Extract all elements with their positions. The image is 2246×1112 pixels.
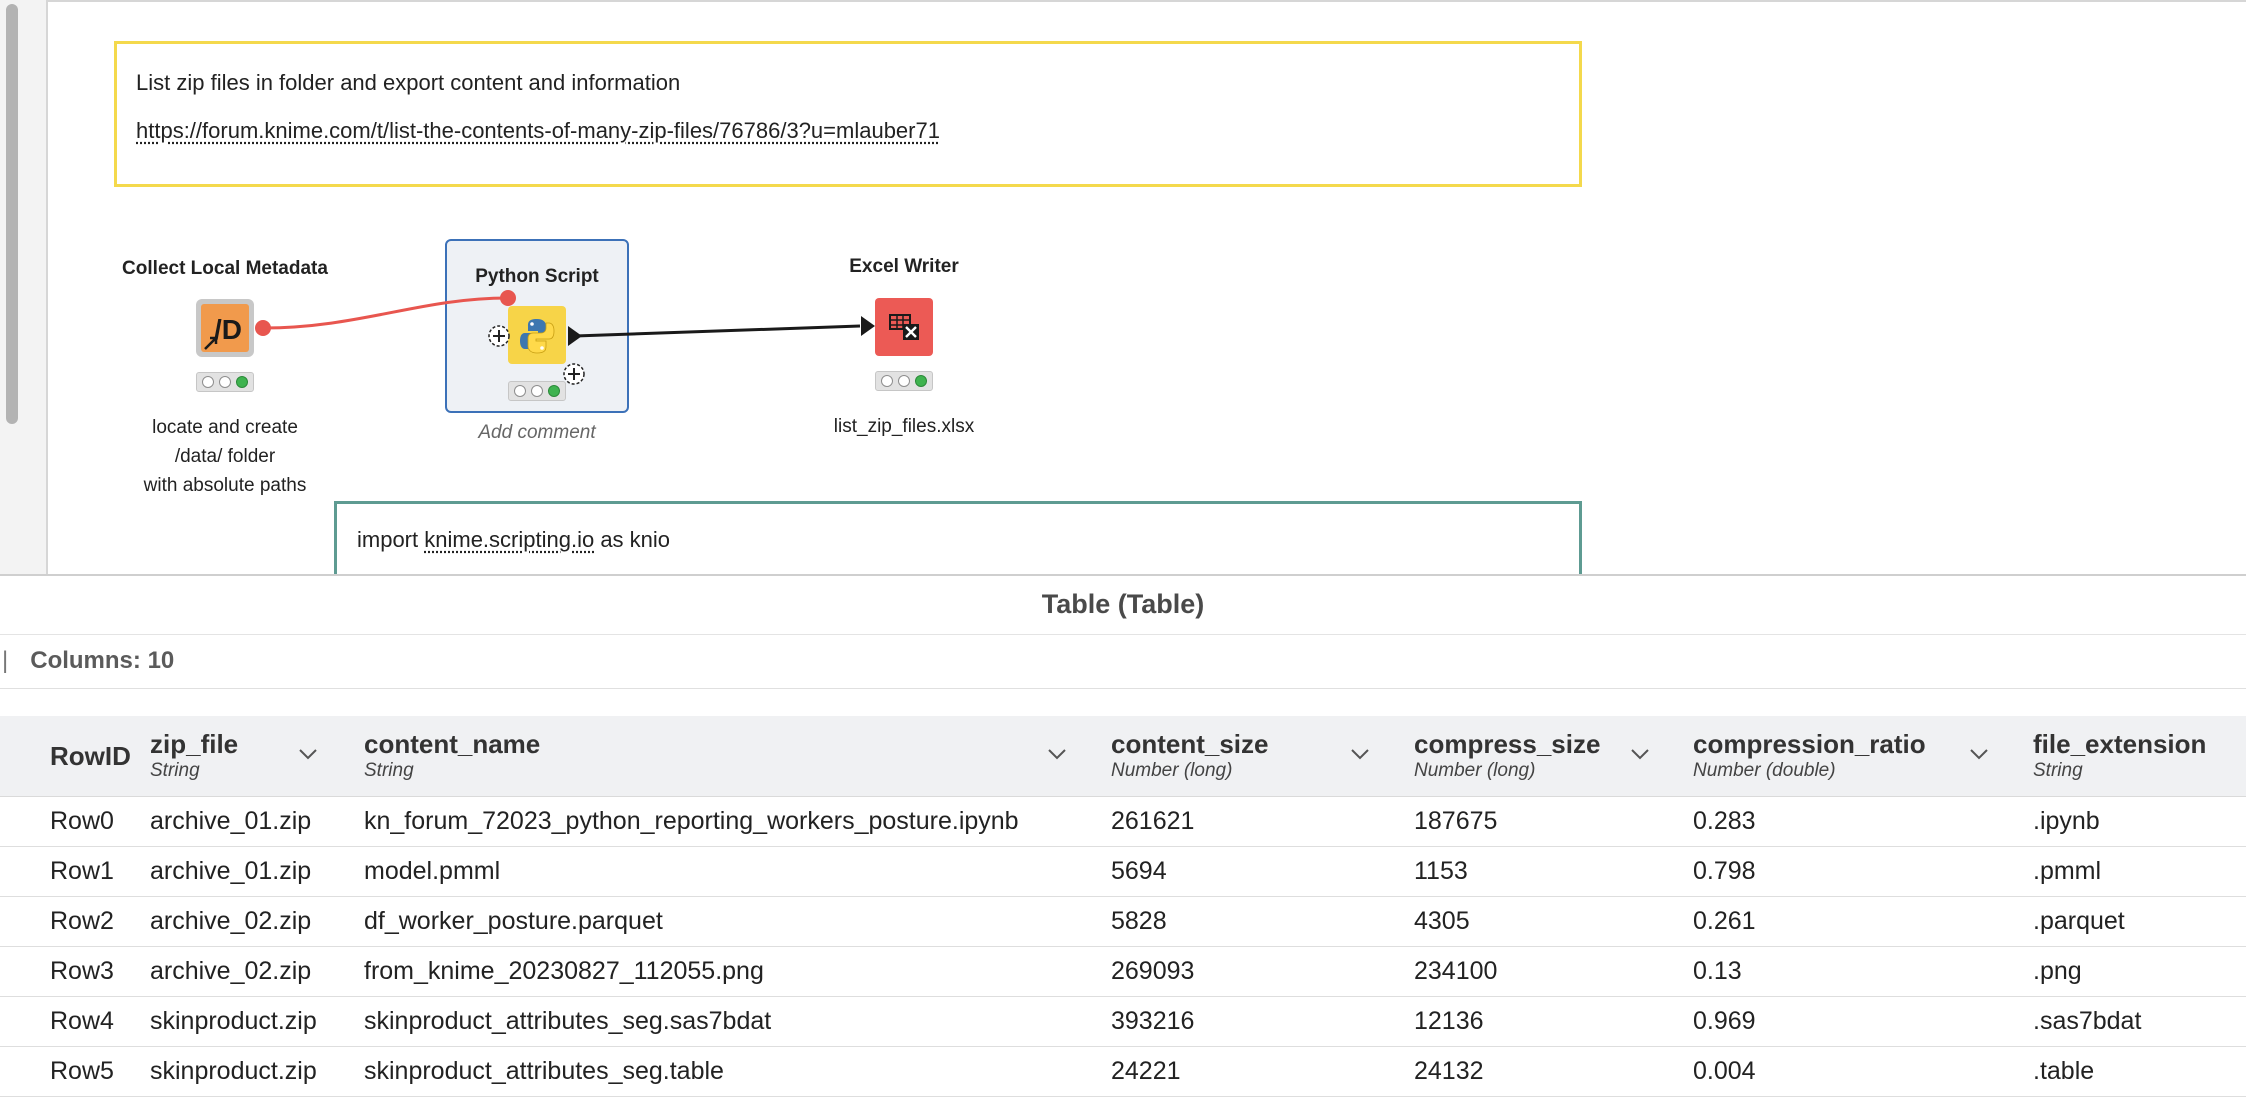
cell-content-name[interactable]: skinproduct_attributes_seg.table [364, 1057, 724, 1086]
chevron-down-icon[interactable] [296, 742, 320, 766]
cell-compression-ratio[interactable]: 0.969 [1693, 1007, 1756, 1036]
cell-file-extension[interactable]: .table [2033, 1057, 2094, 1086]
column-header-compression-ratio[interactable]: compression_ratio Number (double) [1693, 716, 1993, 796]
info-separator: | [2, 647, 9, 674]
columns-count: Columns: 10 [30, 647, 175, 674]
cell-compress-size[interactable]: 4305 [1414, 907, 1470, 936]
cell-compress-size[interactable]: 187675 [1414, 807, 1497, 836]
chevron-down-icon[interactable] [1967, 742, 1991, 766]
flow-variable-out-port[interactable] [255, 320, 271, 336]
column-header-content-name[interactable]: content_name String [364, 716, 1074, 796]
column-header-content-size[interactable]: content_size Number (long) [1111, 716, 1381, 796]
row-id: Row5 [50, 1057, 114, 1085]
table-view-title: Table (Table) [0, 576, 2246, 635]
workflow-canvas[interactable]: List zip files in folder and export cont… [0, 0, 2246, 574]
cell-content-size[interactable]: 261621 [1111, 807, 1194, 836]
cell-file-extension[interactable]: .png [2033, 957, 2082, 986]
table-row[interactable]: Row4 skinproduct.zip skinproduct_attribu… [0, 997, 2246, 1047]
column-name: content_size [1111, 729, 1269, 759]
column-header-zip-file[interactable]: zip_file String [150, 716, 330, 796]
row-id: Row4 [50, 1007, 114, 1035]
cell-content-size[interactable]: 5828 [1111, 907, 1167, 936]
table-row[interactable]: Row3 archive_02.zip from_knime_20230827_… [0, 947, 2246, 997]
cell-content-name[interactable]: skinproduct_attributes_seg.sas7bdat [364, 1007, 771, 1036]
cell-zip-file[interactable]: archive_02.zip [150, 907, 311, 936]
cell-zip-file[interactable]: archive_01.zip [150, 857, 311, 886]
excel-writer-input-port[interactable] [861, 316, 875, 336]
add-output-port-icon[interactable] [563, 363, 585, 385]
column-type: String [364, 760, 414, 781]
cell-content-size[interactable]: 5694 [1111, 857, 1167, 886]
row-id: Row1 [50, 857, 114, 885]
data-table: RowID zip_file String content_name Strin… [0, 716, 2246, 1097]
add-input-port-icon[interactable] [488, 325, 510, 347]
flow-variable-in-port[interactable] [500, 290, 516, 306]
cell-compression-ratio[interactable]: 0.261 [1693, 907, 1756, 936]
cell-file-extension[interactable]: .ipynb [2033, 807, 2100, 836]
cell-zip-file[interactable]: archive_02.zip [150, 957, 311, 986]
flow-variable-connection[interactable] [262, 296, 509, 330]
table-view-panel: Table (Table) | Columns: 10 RowID zip_fil… [0, 574, 2246, 1112]
cell-content-name[interactable]: df_worker_posture.parquet [364, 907, 663, 936]
column-type: Number (long) [1414, 760, 1536, 781]
cell-file-extension[interactable]: .parquet [2033, 907, 2125, 936]
cell-content-size[interactable]: 269093 [1111, 957, 1194, 986]
column-type: String [150, 760, 200, 781]
cell-zip-file[interactable]: archive_01.zip [150, 807, 311, 836]
row-id: Row3 [50, 957, 114, 985]
cell-compression-ratio[interactable]: 0.004 [1693, 1057, 1756, 1086]
cell-content-size[interactable]: 393216 [1111, 1007, 1194, 1036]
table-row[interactable]: Row0 archive_01.zip kn_forum_72023_pytho… [0, 797, 2246, 847]
rowid-header[interactable]: RowID [50, 741, 131, 772]
cell-zip-file[interactable]: skinproduct.zip [150, 1057, 317, 1086]
cell-compress-size[interactable]: 12136 [1414, 1007, 1484, 1036]
python-output-port[interactable] [568, 326, 582, 346]
cell-compress-size[interactable]: 1153 [1414, 857, 1468, 886]
chevron-down-icon[interactable] [1045, 742, 1069, 766]
table-row[interactable]: Row2 archive_02.zip df_worker_posture.pa… [0, 897, 2246, 947]
column-type: String [2033, 760, 2083, 781]
row-id: Row2 [50, 907, 114, 935]
column-name: file_extension [2033, 729, 2207, 759]
table-info-bar: | Columns: 10 [0, 634, 2246, 689]
column-name: compress_size [1414, 729, 1601, 759]
table-row[interactable]: Row1 archive_01.zip model.pmml 5694 1153… [0, 847, 2246, 897]
column-type: Number (double) [1693, 760, 1836, 781]
cell-compression-ratio[interactable]: 0.13 [1693, 957, 1742, 986]
cell-compression-ratio[interactable]: 0.283 [1693, 807, 1756, 836]
chevron-down-icon[interactable] [1628, 742, 1652, 766]
row-id: Row0 [50, 807, 114, 835]
cell-zip-file[interactable]: skinproduct.zip [150, 1007, 317, 1036]
cell-content-name[interactable]: kn_forum_72023_python_reporting_workers_… [364, 807, 1019, 836]
cell-file-extension[interactable]: .pmml [2033, 857, 2101, 886]
cell-file-extension[interactable]: .sas7bdat [2033, 1007, 2141, 1036]
column-header-file-extension[interactable]: file_extension String [2033, 716, 2243, 796]
column-name: compression_ratio [1693, 729, 1926, 759]
column-name: content_name [364, 729, 541, 759]
workflow-connections [255, 290, 875, 385]
column-type: Number (long) [1111, 760, 1233, 781]
table-header-row: RowID zip_file String content_name Strin… [0, 716, 2246, 797]
cell-content-name[interactable]: model.pmml [364, 857, 500, 886]
table-row[interactable]: Row5 skinproduct.zip skinproduct_attribu… [0, 1047, 2246, 1097]
cell-compress-size[interactable]: 24132 [1414, 1057, 1484, 1086]
column-header-compress-size[interactable]: compress_size Number (long) [1414, 716, 1664, 796]
cell-content-size[interactable]: 24221 [1111, 1057, 1181, 1086]
column-name: zip_file [150, 729, 239, 759]
cell-compression-ratio[interactable]: 0.798 [1693, 857, 1756, 886]
chevron-down-icon[interactable] [1348, 742, 1372, 766]
cell-content-name[interactable]: from_knime_20230827_112055.png [364, 957, 764, 986]
cell-compress-size[interactable]: 234100 [1414, 957, 1497, 986]
data-connection[interactable] [574, 324, 861, 338]
